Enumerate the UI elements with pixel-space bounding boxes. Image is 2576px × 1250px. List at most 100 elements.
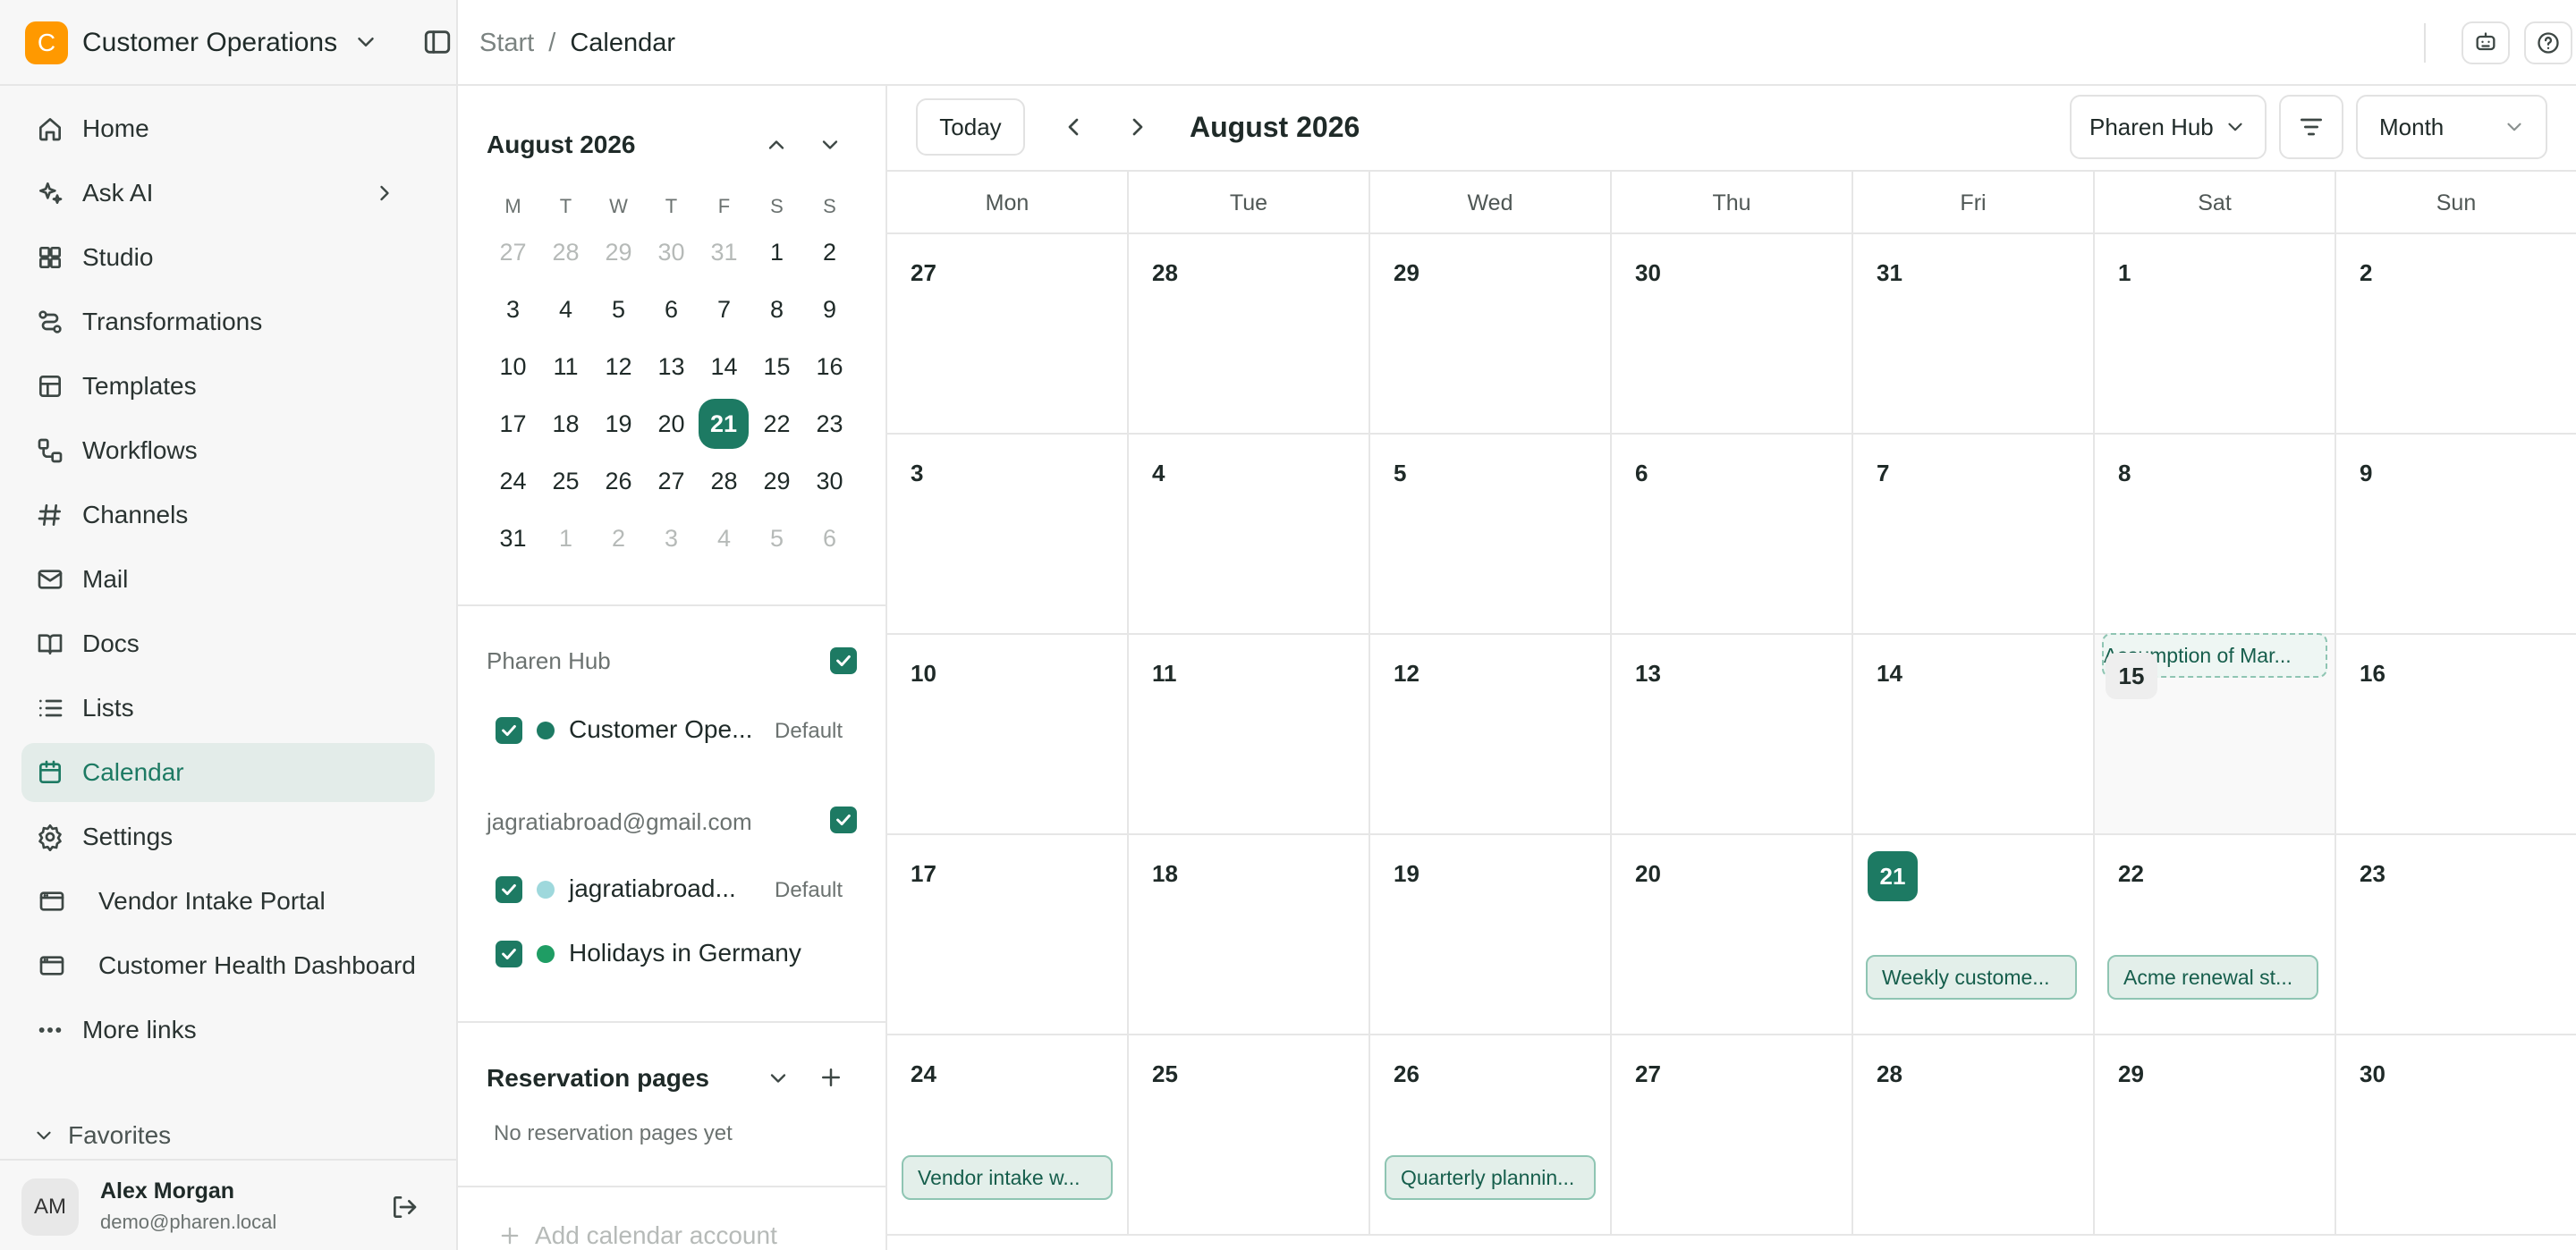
mini-day[interactable]: 7	[698, 284, 750, 334]
calendar-name[interactable]: Customer Ope...	[569, 715, 752, 744]
mini-day[interactable]: 28	[539, 227, 592, 277]
chevron-right-icon[interactable]	[1123, 113, 1152, 141]
day-cell[interactable]: 29	[2095, 1035, 2336, 1236]
chevron-down-icon[interactable]	[352, 29, 379, 55]
chevron-up-icon[interactable]	[764, 132, 789, 157]
sidebar-item-home[interactable]: Home	[21, 99, 435, 158]
day-cell[interactable]: 23	[2336, 835, 2576, 1035]
day-cell[interactable]: 27	[1612, 1035, 1853, 1236]
event-acme-renewal[interactable]: Acme renewal st...	[2107, 955, 2318, 1000]
group-checkbox[interactable]	[830, 807, 857, 833]
sidebar-item-calendar[interactable]: Calendar	[21, 743, 435, 802]
mini-day[interactable]: 11	[539, 342, 592, 392]
mini-day[interactable]: 28	[698, 456, 750, 506]
day-cell[interactable]: 10	[887, 635, 1129, 835]
day-cell[interactable]: 27	[887, 234, 1129, 435]
calendar-name[interactable]: Holidays in Germany	[569, 939, 801, 967]
event-vendor-intake[interactable]: Vendor intake w...	[902, 1155, 1113, 1200]
mini-day[interactable]: 2	[803, 227, 856, 277]
sidebar-item-customer-health-dashboard[interactable]: Customer Health Dashboard	[21, 936, 435, 995]
sidebar-item-mail[interactable]: Mail	[21, 550, 435, 609]
sidebar-item-templates[interactable]: Templates	[21, 357, 435, 416]
help-button[interactable]	[2524, 21, 2572, 64]
mini-day[interactable]: 30	[645, 227, 698, 277]
sidebar-item-settings[interactable]: Settings	[21, 807, 435, 866]
mini-day[interactable]: 27	[645, 456, 698, 506]
mini-day[interactable]: 13	[645, 342, 698, 392]
mini-day[interactable]: 29	[592, 227, 645, 277]
mini-day[interactable]: 1	[539, 513, 592, 563]
sidebar-item-docs[interactable]: Docs	[21, 614, 435, 673]
mini-day[interactable]: 31	[698, 227, 750, 277]
favorites-section[interactable]: Favorites	[32, 1121, 171, 1150]
sidebar-item-more-links[interactable]: More links	[21, 1001, 435, 1060]
day-cell[interactable]: 6	[1612, 435, 1853, 635]
chevron-left-icon[interactable]	[1059, 113, 1088, 141]
mini-day[interactable]: 24	[487, 456, 539, 506]
avatar[interactable]: AM	[21, 1178, 79, 1236]
add-calendar-account-button[interactable]: Add calendar account	[497, 1221, 777, 1250]
calendar-select[interactable]: Pharen Hub	[2070, 95, 2267, 159]
mini-day[interactable]: 31	[487, 513, 539, 563]
mini-day[interactable]: 18	[539, 399, 592, 449]
day-cell[interactable]: 18	[1129, 835, 1370, 1035]
sidebar-item-vendor-intake-portal[interactable]: Vendor Intake Portal	[21, 872, 435, 931]
mini-day[interactable]: 17	[487, 399, 539, 449]
workspace-name[interactable]: Customer Operations	[82, 25, 337, 61]
day-cell[interactable]: 20	[1612, 835, 1853, 1035]
day-cell[interactable]: 25	[1129, 1035, 1370, 1236]
sidebar-item-lists[interactable]: Lists	[21, 679, 435, 738]
sidebar-item-studio[interactable]: Studio	[21, 228, 435, 287]
calendar-checkbox[interactable]	[496, 941, 522, 967]
mini-day[interactable]: 20	[645, 399, 698, 449]
day-cell[interactable]: 5	[1370, 435, 1612, 635]
day-cell[interactable]: 13	[1612, 635, 1853, 835]
day-cell[interactable]: 11	[1129, 635, 1370, 835]
chevron-down-icon[interactable]	[818, 132, 843, 157]
day-cell[interactable]: 24	[887, 1035, 1129, 1236]
mini-day[interactable]: 9	[803, 284, 856, 334]
day-cell[interactable]: 4	[1129, 435, 1370, 635]
mini-day[interactable]: 3	[645, 513, 698, 563]
mini-day[interactable]: 14	[698, 342, 750, 392]
logout-icon[interactable]	[390, 1193, 419, 1221]
mini-day[interactable]: 5	[592, 284, 645, 334]
mini-day[interactable]: 5	[750, 513, 803, 563]
mini-day[interactable]: 15	[750, 342, 803, 392]
mini-day[interactable]: 1	[750, 227, 803, 277]
sidebar-toggle-icon[interactable]	[422, 27, 453, 57]
event-weekly-customer[interactable]: Weekly custome...	[1866, 955, 2077, 1000]
sidebar-item-channels[interactable]: Channels	[21, 486, 435, 545]
calendar-checkbox[interactable]	[496, 876, 522, 903]
mini-day[interactable]: 4	[539, 284, 592, 334]
day-cell[interactable]: 29	[1370, 234, 1612, 435]
day-cell[interactable]: 30	[1612, 234, 1853, 435]
breadcrumb-start[interactable]: Start	[479, 25, 534, 61]
mini-day[interactable]: 2	[592, 513, 645, 563]
sidebar-item-transformations[interactable]: Transformations	[21, 292, 435, 351]
day-cell[interactable]: 3	[887, 435, 1129, 635]
sidebar-item-workflows[interactable]: Workflows	[21, 421, 435, 480]
day-cell[interactable]: 8	[2095, 435, 2336, 635]
mini-day[interactable]: 22	[750, 399, 803, 449]
mini-day[interactable]: 8	[750, 284, 803, 334]
day-cell-today[interactable]: 21	[1853, 835, 2095, 1035]
day-cell[interactable]: 7	[1853, 435, 2095, 635]
mini-day[interactable]: 26	[592, 456, 645, 506]
mini-day[interactable]: 16	[803, 342, 856, 392]
day-cell[interactable]: 17	[887, 835, 1129, 1035]
mini-day-selected[interactable]: 21	[699, 399, 749, 449]
day-cell[interactable]: 14	[1853, 635, 2095, 835]
calendar-checkbox[interactable]	[496, 717, 522, 744]
mini-day[interactable]: 23	[803, 399, 856, 449]
mini-day[interactable]: 10	[487, 342, 539, 392]
view-select[interactable]: Month	[2356, 95, 2547, 159]
mini-day[interactable]: 4	[698, 513, 750, 563]
assistant-button[interactable]	[2462, 21, 2510, 64]
day-cell[interactable]: 1	[2095, 234, 2336, 435]
day-cell[interactable]: 31	[1853, 234, 2095, 435]
mini-day[interactable]: 29	[750, 456, 803, 506]
sidebar-item-ask-ai[interactable]: Ask AI	[21, 164, 435, 223]
workspace-avatar[interactable]: C	[25, 21, 68, 64]
mini-day[interactable]: 25	[539, 456, 592, 506]
